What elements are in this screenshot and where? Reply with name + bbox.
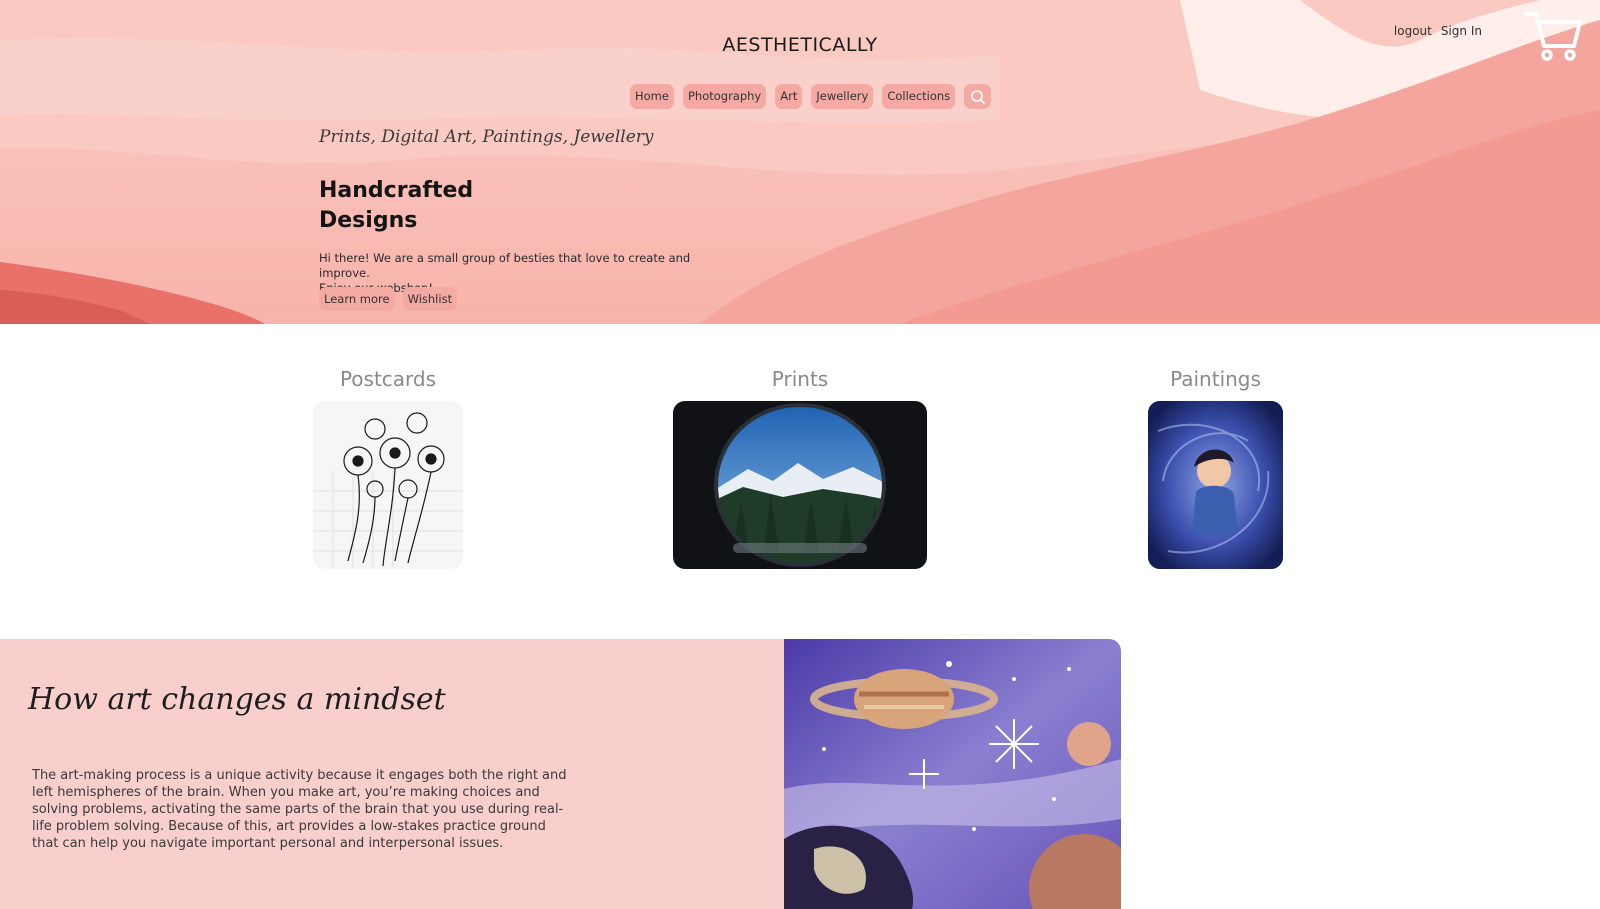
- search-button[interactable]: [964, 84, 992, 109]
- article-body: The art-making process is a unique activ…: [32, 768, 567, 851]
- hero-headline: Handcrafted Designs: [319, 176, 539, 236]
- hero-tagline: Prints, Digital Art, Paintings, Jeweller…: [319, 127, 654, 147]
- hero-banner: AESTHETICALLY logout Sign In Home Photog…: [0, 0, 1600, 324]
- category-title: Paintings: [1170, 367, 1261, 391]
- prints-thumbnail[interactable]: [673, 401, 927, 569]
- wishlist-button[interactable]: Wishlist: [402, 287, 458, 311]
- paintings-thumbnail[interactable]: [1148, 401, 1283, 569]
- nav-photography[interactable]: Photography: [682, 84, 767, 109]
- category-title: Postcards: [339, 367, 437, 391]
- nav-jewellery[interactable]: Jewellery: [811, 84, 874, 109]
- nav-art[interactable]: Art: [775, 84, 803, 109]
- hero-actions: Learn more Wishlist: [319, 287, 458, 311]
- category-title: Prints: [771, 367, 829, 391]
- hero-intro-line1: Hi there! We are a small group of bestie…: [319, 251, 691, 280]
- main-nav: Home Photography Art Jewellery Collectio…: [630, 84, 992, 109]
- planet-painting-image: [784, 639, 1121, 909]
- hero-headline-line2: Designs: [319, 208, 418, 233]
- search-icon: [970, 89, 985, 104]
- brand-title[interactable]: AESTHETICALLY: [0, 34, 1600, 56]
- category-paintings[interactable]: Paintings: [1148, 367, 1283, 391]
- account-links: logout Sign In: [1394, 24, 1482, 38]
- flower-sketch-image: [313, 412, 463, 569]
- nav-home[interactable]: Home: [630, 84, 674, 109]
- logout-link[interactable]: logout: [1394, 24, 1432, 38]
- mountain-view-image: [714, 403, 886, 567]
- space-watercolor: [784, 639, 1121, 909]
- category-postcards[interactable]: Postcards: [313, 367, 463, 391]
- cart-icon[interactable]: [1524, 8, 1582, 62]
- hero-headline-line1: Handcrafted: [319, 178, 474, 203]
- sign-in-link[interactable]: Sign In: [1441, 24, 1482, 38]
- swirl-boy-image: [1148, 401, 1283, 569]
- article-title: How art changes a mindset: [28, 682, 446, 717]
- learn-more-button[interactable]: Learn more: [319, 287, 395, 311]
- nav-collections[interactable]: Collections: [882, 84, 956, 109]
- category-prints[interactable]: Prints: [673, 367, 927, 391]
- postcards-thumbnail[interactable]: [313, 401, 463, 569]
- article-section: How art changes a mindset The art-making…: [0, 639, 784, 909]
